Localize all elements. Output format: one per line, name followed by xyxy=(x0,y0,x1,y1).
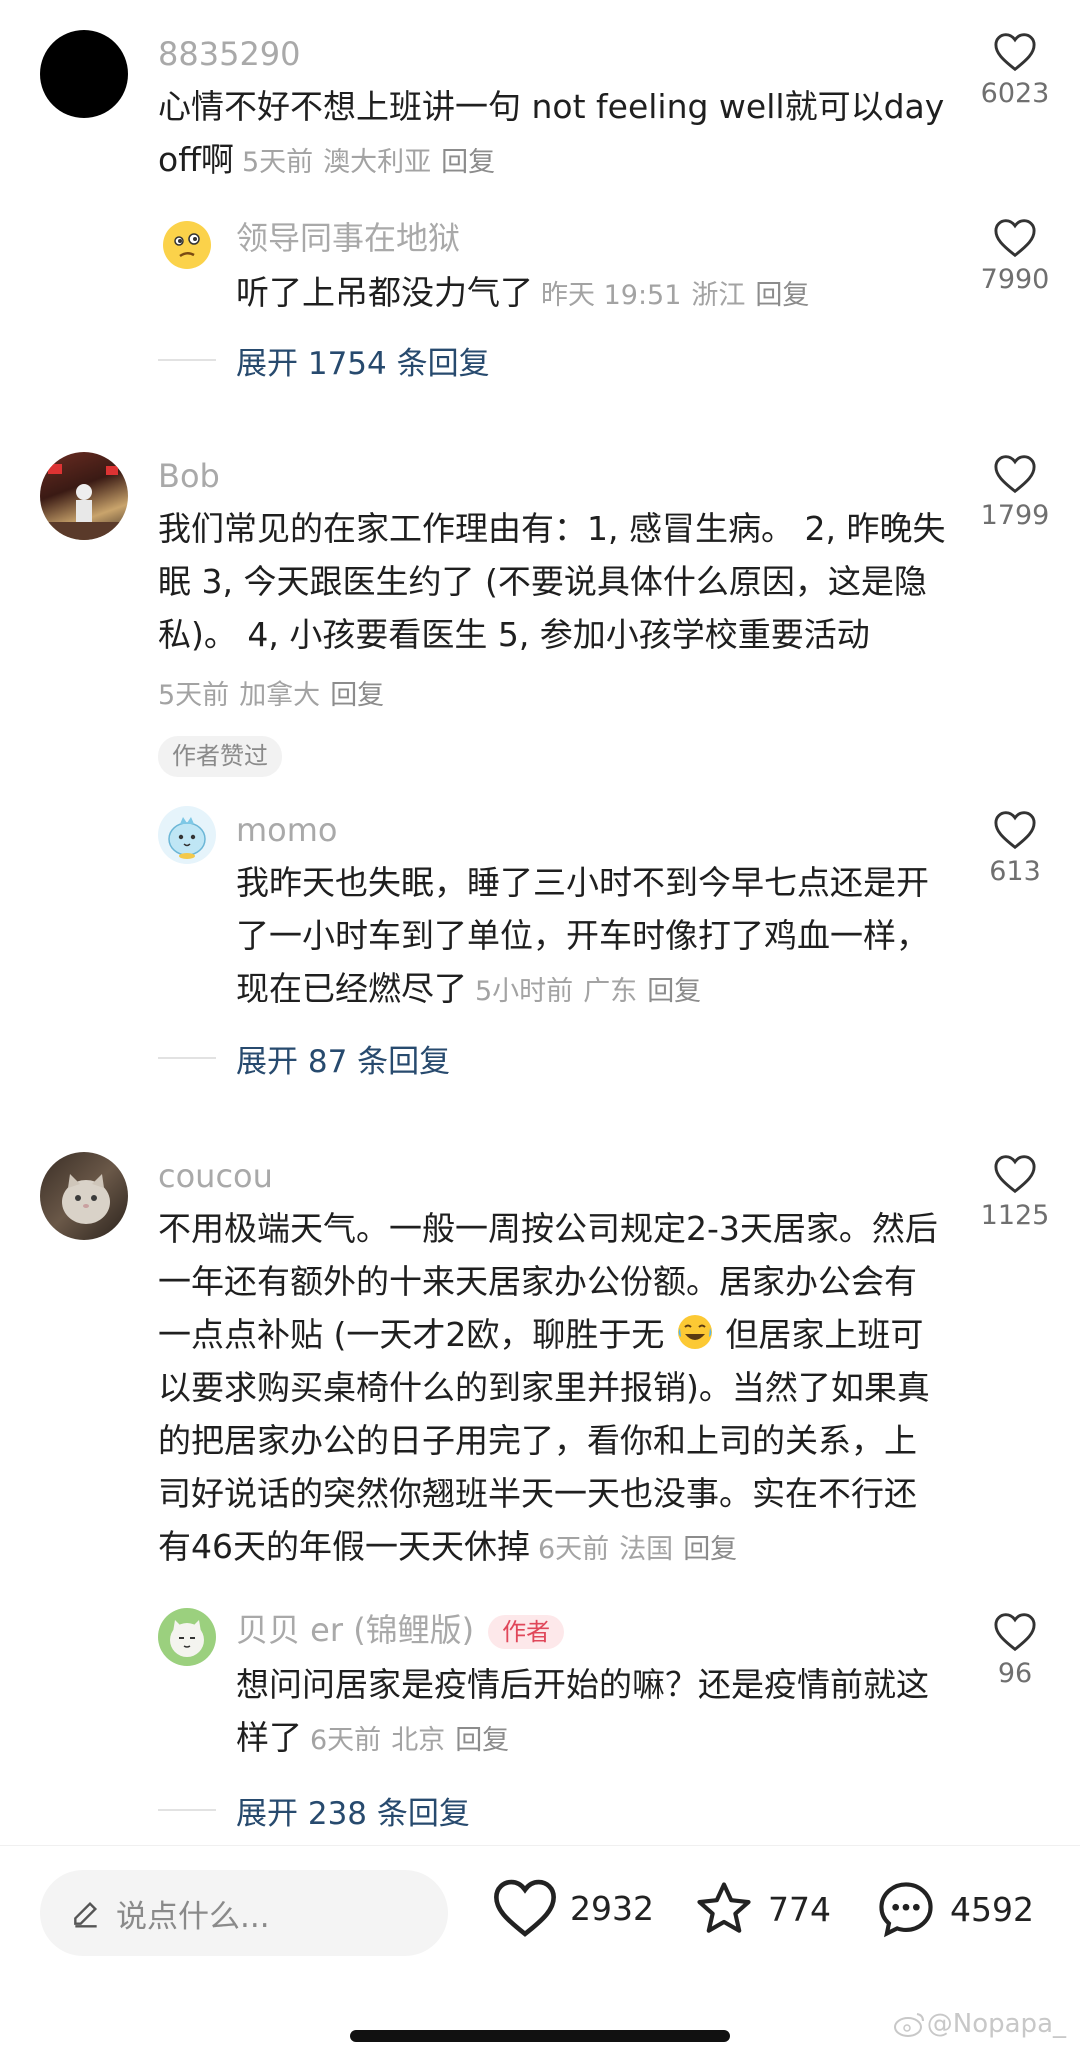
expand-replies[interactable]: 展开 238 条回复 xyxy=(158,1790,470,1832)
like-count: 7990 xyxy=(980,264,1050,295)
comment-location: 加拿大 xyxy=(239,680,321,711)
heart-icon xyxy=(994,1613,1036,1652)
cat-photo-avatar-icon xyxy=(62,1174,110,1224)
username[interactable]: 8835290 xyxy=(158,38,301,70)
heart-icon xyxy=(994,455,1036,494)
comment-body: 我们常见的在家工作理由有：1, 感冒生病。 2, 昨晚失眠 3, 今天跟医生约了… xyxy=(158,509,946,654)
like-button[interactable]: 6023 xyxy=(950,32,1080,107)
like-button[interactable]: 96 xyxy=(950,1612,1080,1687)
home-indicator[interactable] xyxy=(350,2030,730,2042)
reply-body: 听了上吊都没力气了 xyxy=(236,273,533,312)
comment-location: 法国 xyxy=(619,1534,674,1565)
author-badge: 作者 xyxy=(488,1615,565,1649)
like-button[interactable]: 7990 xyxy=(950,218,1080,293)
reply-button[interactable]: 回复 xyxy=(683,1534,737,1565)
comment-time: 5天前 xyxy=(158,680,230,711)
comment-time: 5小时前 xyxy=(475,976,574,1007)
comment-meta: 5天前 加拿大 回复 xyxy=(158,680,394,711)
comment-meta: 6天前 北京 回复 xyxy=(310,1725,519,1756)
avatar[interactable] xyxy=(40,30,128,118)
reply-button[interactable]: 回复 xyxy=(455,1725,509,1756)
comment-bubble-icon xyxy=(879,1882,933,1938)
like-button[interactable]: 1125 xyxy=(950,1154,1080,1229)
divider xyxy=(158,1809,216,1811)
heart-icon xyxy=(994,219,1036,258)
post-like-count: 2932 xyxy=(570,1888,654,1928)
pencil-icon xyxy=(74,1901,98,1928)
comment-count: 4592 xyxy=(950,1889,1034,1929)
like-count: 1799 xyxy=(980,500,1050,531)
expand-replies-label: 展开 1754 条回复 xyxy=(236,345,490,382)
comment-text: 心情不好不想上班讲一句 not feeling well就可以day off啊 5… xyxy=(158,80,948,189)
username[interactable]: coucou xyxy=(158,1160,273,1192)
divider xyxy=(158,359,216,361)
expand-replies-label: 展开 87 条回复 xyxy=(236,1043,451,1080)
comment-location: 澳大利亚 xyxy=(323,147,432,178)
username[interactable]: 领导同事在地狱 xyxy=(236,222,460,254)
reply-text: 我昨天也失眠，睡了三小时不到今早七点还是开了一小时车到了单位，开车时像打了鸡血一… xyxy=(236,856,948,1018)
avatar[interactable] xyxy=(40,1152,128,1240)
comment-input-placeholder: 说点什么... xyxy=(116,1898,270,1935)
comments-button[interactable]: 4592 xyxy=(874,1878,1034,1940)
reply-button[interactable]: 回复 xyxy=(755,280,809,311)
heart-icon xyxy=(494,1879,556,1937)
avatar[interactable] xyxy=(158,1608,216,1666)
reply-button[interactable]: 回复 xyxy=(330,680,384,711)
comment-location: 广东 xyxy=(583,976,638,1007)
username[interactable]: Bob xyxy=(158,460,220,492)
favorite-count: 774 xyxy=(768,1889,831,1929)
username[interactable]: 贝贝 er (锦鲤版) xyxy=(236,1611,474,1649)
expand-replies[interactable]: 展开 1754 条回复 xyxy=(158,340,490,382)
like-count: 613 xyxy=(989,856,1041,887)
cat-cartoon-avatar-icon xyxy=(170,1620,204,1657)
reply-button[interactable]: 回复 xyxy=(441,147,495,178)
like-button[interactable]: 1799 xyxy=(950,454,1080,529)
like-count: 1125 xyxy=(980,1200,1050,1231)
reply-button[interactable]: 回复 xyxy=(647,976,701,1007)
comment-meta: 5小时前 广东 回复 xyxy=(475,976,711,1007)
comment-meta: 昨天 19:51 浙江 回复 xyxy=(541,280,819,311)
comment-meta: 5天前 澳大利亚 回复 xyxy=(242,147,505,178)
comment-text: 我们常见的在家工作理由有：1, 感冒生病。 2, 昨晚失眠 3, 今天跟医生约了… xyxy=(158,502,948,661)
watermark-text: @Nopapa_ xyxy=(926,2009,1066,2039)
username-row: 贝贝 er (锦鲤版) 作者 xyxy=(236,1611,565,1649)
avatar[interactable] xyxy=(158,806,216,864)
comment-time: 6天前 xyxy=(310,1725,382,1756)
comment-meta: 6天前 法国 回复 xyxy=(538,1534,747,1565)
cartoon-avatar-icon xyxy=(168,817,206,859)
username[interactable]: momo xyxy=(236,814,338,846)
comment-meta-row: 5天前 加拿大 回复 xyxy=(158,666,948,722)
expand-replies[interactable]: 展开 87 条回复 xyxy=(158,1038,451,1080)
comment-location: 北京 xyxy=(391,1725,446,1756)
like-count: 6023 xyxy=(980,78,1050,109)
reply-text: 想问问居家是疫情后开始的嘛？还是疫情前就这样了 6天前 北京 回复 xyxy=(236,1658,948,1767)
bottom-action-bar: 说点什么... 2932 774 4592 @Nopapa_ xyxy=(0,1845,1080,2059)
avatar[interactable] xyxy=(40,452,128,540)
like-count: 96 xyxy=(997,1658,1033,1689)
like-post-button[interactable]: 2932 xyxy=(492,1878,654,1938)
like-button[interactable]: 613 xyxy=(950,810,1080,885)
laughing-tears-emoji-icon xyxy=(677,1315,712,1349)
comment-text: 不用极端天气。一般一周按公司规定2-3天居家。然后一年还有额外的十来天居家办公份… xyxy=(158,1202,948,1576)
emoji-avatar-icon xyxy=(163,221,211,269)
comment-time: 5天前 xyxy=(241,147,314,178)
heart-icon xyxy=(994,811,1036,850)
heart-icon xyxy=(994,1155,1036,1194)
watermark: @Nopapa_ xyxy=(893,2009,1066,2039)
photo-avatar-icon xyxy=(40,464,128,540)
expand-replies-label: 展开 238 条回复 xyxy=(236,1795,470,1832)
reply-text: 听了上吊都没力气了 昨天 19:51 浙江 回复 xyxy=(236,266,948,322)
comment-location: 浙江 xyxy=(691,280,746,311)
star-icon xyxy=(697,1882,751,1933)
comment-time: 6天前 xyxy=(538,1534,610,1565)
divider xyxy=(158,1057,216,1059)
weibo-logo-icon xyxy=(893,2013,924,2037)
favorite-button[interactable]: 774 xyxy=(692,1878,831,1940)
author-liked-badge: 作者赞过 xyxy=(158,736,282,777)
avatar[interactable] xyxy=(158,216,216,274)
comment-time: 昨天 19:51 xyxy=(541,280,682,311)
comment-input[interactable]: 说点什么... xyxy=(40,1870,448,1956)
heart-icon xyxy=(994,33,1036,72)
